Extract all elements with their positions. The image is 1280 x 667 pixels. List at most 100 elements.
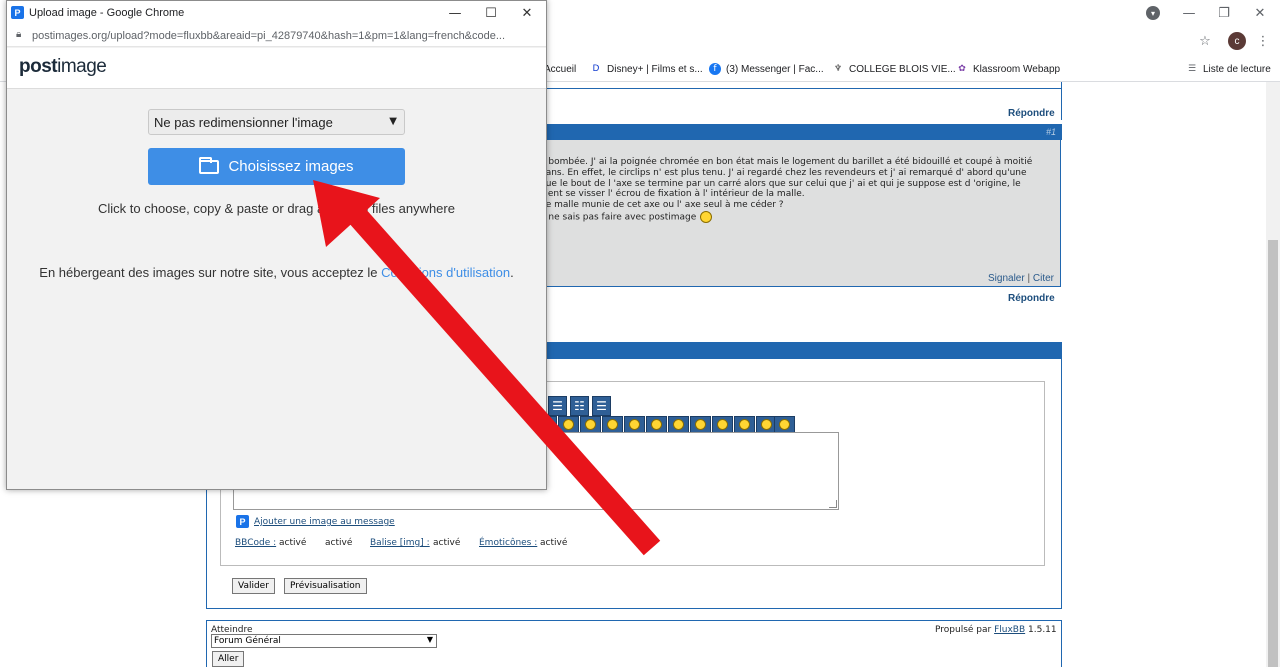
avatar[interactable]: c xyxy=(1228,32,1246,50)
resize-select[interactable]: Ne pas redimensionner l'image ▼ xyxy=(148,109,405,135)
disney-icon: D xyxy=(592,64,600,74)
goto-button[interactable]: Aller xyxy=(212,651,245,667)
reply-link-top[interactable]: Répondre xyxy=(1008,108,1055,119)
resize-selected: Ne pas redimensionner l'image xyxy=(154,114,333,130)
resize-grip-icon[interactable] xyxy=(829,500,837,508)
smiley-icon xyxy=(629,419,640,430)
submit-button[interactable]: Valider xyxy=(232,578,275,594)
smiley-button[interactable] xyxy=(712,416,733,433)
quote-link[interactable]: Citer xyxy=(1033,273,1054,284)
post-text-line: de malle munie de cet axe ou l' axe seul… xyxy=(540,200,784,210)
smiley-button[interactable] xyxy=(558,416,579,433)
list-item-icon: ☰ xyxy=(596,399,607,413)
choose-images-label: Choisissez images xyxy=(228,158,354,175)
page-scrollbar[interactable] xyxy=(1266,82,1280,667)
popup-maximize-icon[interactable]: ☐ xyxy=(473,1,509,25)
smiley-icon xyxy=(700,211,713,223)
bullet-list-icon: ☰ xyxy=(552,399,563,413)
menu-kebab-icon[interactable]: ⋮ xyxy=(1246,28,1280,54)
klassroom-icon: ✿ xyxy=(958,64,966,74)
bookmark-label: COLLEGE BLOIS VIE... xyxy=(849,63,956,75)
bookmark-klassroom[interactable]: ✿ Klassroom Webapp xyxy=(956,61,1060,77)
smiley-button[interactable] xyxy=(602,416,623,433)
bookmark-accueil[interactable]: Accueil xyxy=(544,61,576,77)
smiley-icon xyxy=(761,419,772,430)
upload-popup-window: P Upload image - Google Chrome — ☐ ✕ 🔒︎ … xyxy=(6,0,547,490)
smiley-icon xyxy=(651,419,662,430)
smiley-icon xyxy=(695,419,706,430)
lock-icon: 🔒︎ xyxy=(16,29,22,40)
college-icon: ♆ xyxy=(833,64,843,74)
bookmark-messenger[interactable]: f (3) Messenger | Fac... xyxy=(709,61,824,77)
bbcode-status: activé xyxy=(279,538,307,548)
img-tag-link[interactable]: Balise [img] : xyxy=(370,538,430,548)
popup-title: Upload image - Google Chrome xyxy=(29,7,185,19)
reading-list-button[interactable]: ☰ Liste de lecture xyxy=(1186,61,1271,77)
upload-hint: Click to choose, copy & paste or drag an… xyxy=(98,201,455,216)
facebook-icon: f xyxy=(709,63,721,75)
add-image-link[interactable]: Ajouter une image au message xyxy=(254,517,395,527)
report-link[interactable]: Signaler xyxy=(988,273,1025,284)
postimage-logo[interactable]: postimage xyxy=(19,56,107,78)
chevron-down-icon: ▼ xyxy=(389,116,397,127)
scrollbar-thumb[interactable] xyxy=(1268,240,1278,667)
smiley-button[interactable] xyxy=(690,416,711,433)
terms-link[interactable]: Conditions d'utilisation xyxy=(381,265,510,280)
restore-icon[interactable]: ❐ xyxy=(1207,0,1241,26)
post-text-line: e ne sais pas faire avec postimage xyxy=(540,211,713,223)
smiley-button[interactable] xyxy=(624,416,645,433)
smiley-button[interactable] xyxy=(734,416,755,433)
post-number: #1 xyxy=(1045,127,1056,137)
post-actions: Signaler | Citer xyxy=(988,273,1054,284)
smiley-button[interactable] xyxy=(646,416,667,433)
smiley-icon xyxy=(739,419,750,430)
smileys-link[interactable]: Émoticônes : xyxy=(479,538,537,548)
bookmark-label: Accueil xyxy=(544,63,577,75)
popup-address-bar[interactable]: 🔒︎ postimages.org/upload?mode=fluxbb&are… xyxy=(7,25,546,47)
numbered-list-icon: ☷ xyxy=(574,399,585,413)
bookmark-star-icon[interactable]: ☆ xyxy=(1188,28,1222,54)
tab-search-icon[interactable]: ▾ xyxy=(1146,6,1160,20)
bullet-list-button[interactable]: ☰ xyxy=(548,396,567,416)
preview-button[interactable]: Prévisualisation xyxy=(284,578,367,594)
logo-part: post xyxy=(19,56,58,77)
separator: | xyxy=(1027,273,1031,284)
smiley-icon xyxy=(779,419,790,430)
reading-list-icon: ☰ xyxy=(1187,64,1197,74)
bookmark-label: Klassroom Webapp xyxy=(973,63,1061,75)
bookmark-college[interactable]: ♆ COLLEGE BLOIS VIE... xyxy=(832,61,956,77)
powered-version: 1.5.11 xyxy=(1025,625,1057,635)
reply-link-bottom[interactable]: Répondre xyxy=(1008,293,1055,304)
bookmark-label: (3) Messenger | Fac... xyxy=(726,63,824,75)
smiley-icon xyxy=(585,419,596,430)
close-icon[interactable]: ✕ xyxy=(1243,0,1277,26)
smiley-icon xyxy=(673,419,684,430)
post-text-line: e bombée. J' ai la poignée chromée en bo… xyxy=(540,157,1033,167)
list-item-button[interactable]: ☰ xyxy=(592,396,611,416)
avatar-initial: c xyxy=(1234,35,1240,47)
fluxbb-link[interactable]: FluxBB xyxy=(994,625,1025,635)
smiley-button[interactable] xyxy=(668,416,689,433)
numbered-list-button[interactable]: ☷ xyxy=(570,396,589,416)
popup-minimize-icon[interactable]: — xyxy=(437,1,473,25)
popup-url: postimages.org/upload?mode=fluxbb&areaid… xyxy=(32,30,506,42)
post-text: e ne sais pas faire avec postimage xyxy=(540,212,697,223)
minimize-icon[interactable]: — xyxy=(1172,0,1206,26)
goto-selected: Forum Général xyxy=(214,636,281,646)
popup-close-icon[interactable]: ✕ xyxy=(509,1,545,25)
postimage-icon: P xyxy=(236,515,249,528)
popup-titlebar: P Upload image - Google Chrome — ☐ ✕ xyxy=(7,1,546,25)
smiley-button[interactable] xyxy=(774,416,795,433)
folder-open-icon xyxy=(199,156,220,174)
smiley-button[interactable] xyxy=(580,416,601,433)
bookmark-disney[interactable]: D Disney+ | Films et s... xyxy=(590,61,703,77)
powered-by: Propulsé par FluxBB 1.5.11 xyxy=(935,625,1057,635)
logo-part: image xyxy=(57,56,107,77)
terms-suffix: . xyxy=(510,265,514,280)
smiley-icon xyxy=(563,419,574,430)
postimage-favicon-icon: P xyxy=(11,6,24,19)
bbcode-link[interactable]: BBCode : xyxy=(235,538,276,548)
choose-images-button[interactable]: Choisissez images xyxy=(148,148,405,185)
goto-select[interactable]: Forum Général ▼ xyxy=(211,634,437,648)
postimage-header: postimage xyxy=(7,48,546,89)
